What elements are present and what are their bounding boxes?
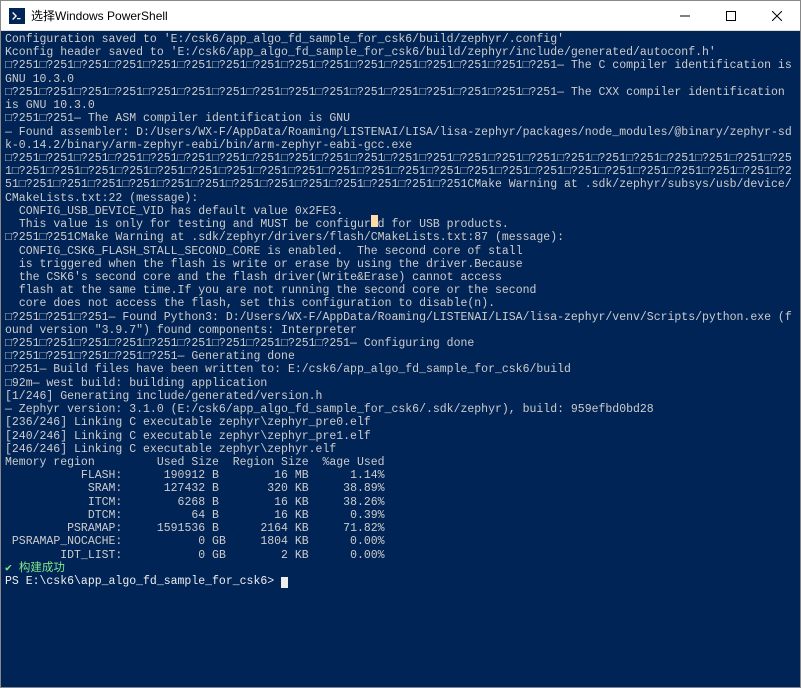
terminal-line: [240/246] Linking C executable zephyr\ze…: [5, 430, 796, 443]
terminal-line: flash at the same time.If you are not ru…: [5, 284, 796, 297]
terminal-line: □?251□?251— The ASM compiler identificat…: [5, 112, 796, 125]
terminal-line: [246/246] Linking C executable zephyr\ze…: [5, 443, 796, 456]
powershell-window: 选择Windows PowerShell Configuration saved…: [0, 0, 801, 688]
terminal-line: — Found assembler: D:/Users/WX-F/AppData…: [5, 126, 796, 152]
terminal-line: [236/246] Linking C executable zephyr\ze…: [5, 416, 796, 429]
window-controls: [662, 1, 800, 31]
terminal-line: DTCM: 64 B 16 KB 0.39%: [5, 509, 796, 522]
terminal-line: FLASH: 190912 B 16 MB 1.14%: [5, 469, 796, 482]
terminal-line: Configuration saved to 'E:/csk6/app_algo…: [5, 33, 796, 46]
terminal-line: ✔ 构建成功: [5, 562, 796, 575]
minimize-button[interactable]: [662, 1, 708, 31]
terminal-output[interactable]: Configuration saved to 'E:/csk6/app_algo…: [1, 31, 800, 687]
terminal-line: □?251□?251□?251□?251□?251□?251□?251□?251…: [5, 59, 796, 85]
selection-highlight: [371, 215, 378, 227]
terminal-line: is triggered when the flash is write or …: [5, 258, 796, 271]
terminal-line: □?251□?251□?251□?251□?251□?251□?251□?251…: [5, 86, 796, 112]
terminal-line: [1/246] Generating include/generated/ver…: [5, 390, 796, 403]
terminal-line: SRAM: 127432 B 320 KB 38.89%: [5, 482, 796, 495]
terminal-line: ITCM: 6268 B 16 KB 38.26%: [5, 496, 796, 509]
terminal-line: PSRAMAP: 1591536 B 2164 KB 71.82%: [5, 522, 796, 535]
titlebar[interactable]: 选择Windows PowerShell: [1, 1, 800, 31]
maximize-button[interactable]: [708, 1, 754, 31]
terminal-line: IDT_LIST: 0 GB 2 KB 0.00%: [5, 549, 796, 562]
terminal-line: □?251□?251□?251□?251□?251□?251□?251□?251…: [5, 152, 796, 205]
terminal-line: □92m— west build: building application: [5, 377, 796, 390]
terminal-line: PSRAMAP_NOCACHE: 0 GB 1804 KB 0.00%: [5, 535, 796, 548]
terminal-line: □?251— Build files have been written to:…: [5, 363, 796, 376]
powershell-icon: [9, 8, 25, 24]
close-button[interactable]: [754, 1, 800, 31]
terminal-line: CONFIG_CSK6_FLASH_STALL_SECOND_CORE is e…: [5, 245, 796, 258]
terminal-line: the CSK6's second core and the flash dri…: [5, 271, 796, 284]
terminal-line: This value is only for testing and MUST …: [5, 218, 796, 231]
terminal-line: core does not access the flash, set this…: [5, 297, 796, 310]
terminal-line: CONFIG_USB_DEVICE_VID has default value …: [5, 205, 796, 218]
window-title: 选择Windows PowerShell: [31, 7, 662, 24]
terminal-line: □?251□?251CMake Warning at .sdk/zephyr/d…: [5, 231, 796, 244]
terminal-line: □?251□?251□?251— Found Python3: D:/Users…: [5, 311, 796, 337]
terminal-line: Kconfig header saved to 'E:/csk6/app_alg…: [5, 46, 796, 59]
terminal-line: □?251□?251□?251□?251□?251□?251□?251□?251…: [5, 337, 796, 350]
terminal-line: PS E:\csk6\app_algo_fd_sample_for_csk6>: [5, 575, 796, 588]
cursor: [281, 577, 288, 588]
terminal-line: □?251□?251□?251□?251□?251— Generating do…: [5, 350, 796, 363]
terminal-line: Memory region Used Size Region Size %age…: [5, 456, 796, 469]
terminal-line: — Zephyr version: 3.1.0 (E:/csk6/app_alg…: [5, 403, 796, 416]
